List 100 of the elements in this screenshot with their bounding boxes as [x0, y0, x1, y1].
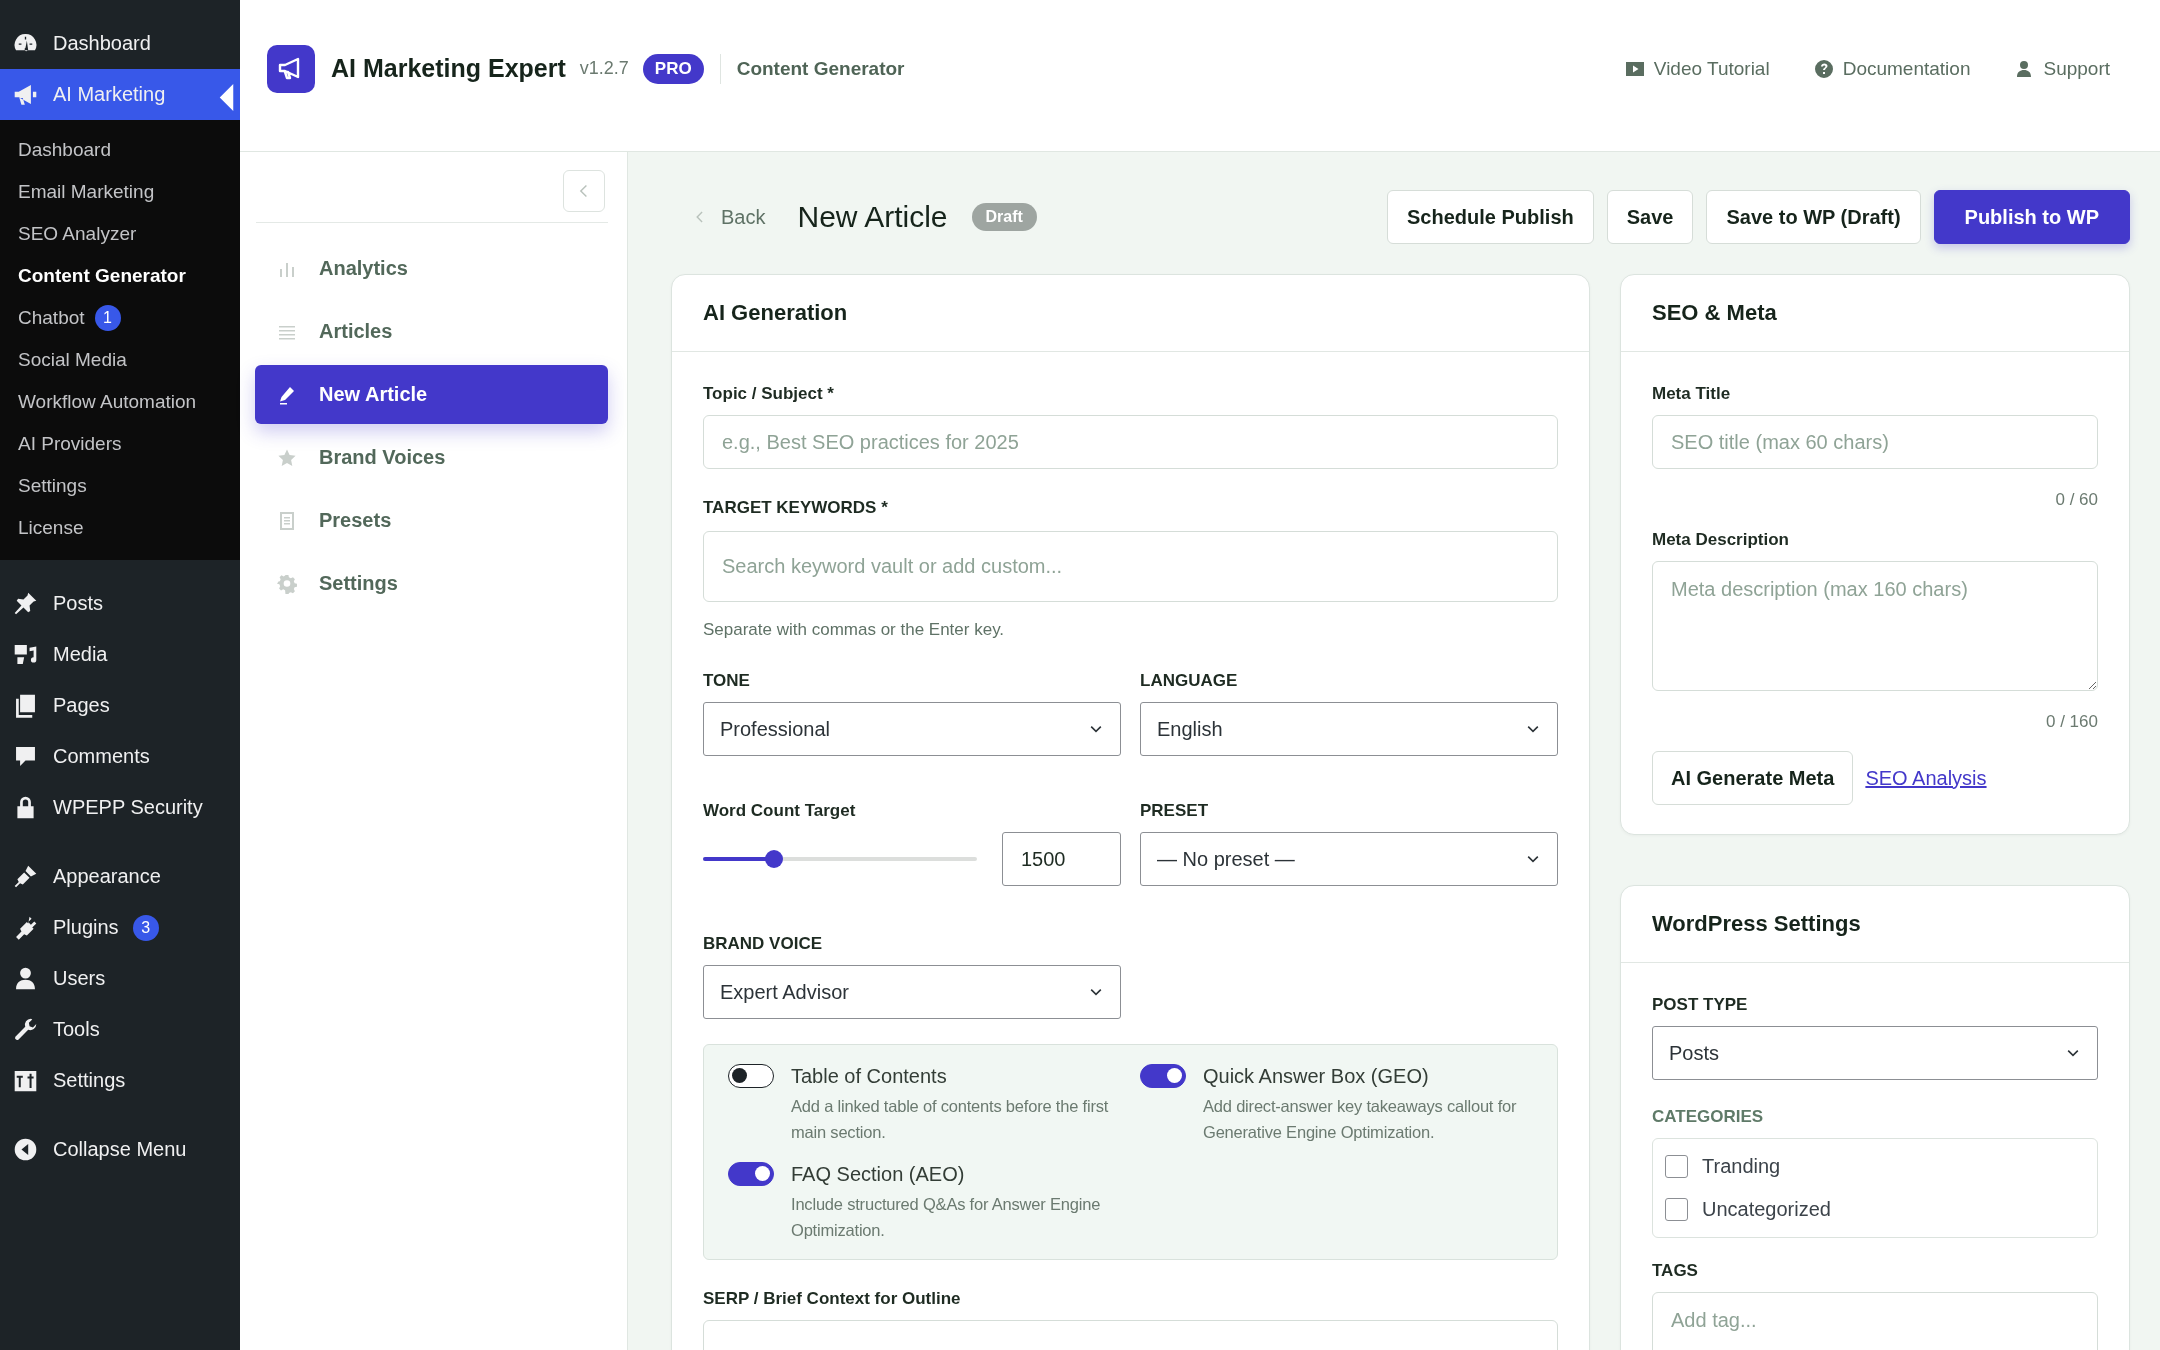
card-title: SEO & Meta [1652, 300, 1777, 326]
submenu-item[interactable]: Settings [0, 465, 240, 507]
action-button[interactable]: Save to WP (Draft) [1706, 190, 1921, 244]
keywords-field[interactable]: Search keyword vault or add custom... [703, 531, 1558, 602]
count-badge: 3 [132, 914, 159, 941]
word-count-field[interactable]: 1500 [1002, 832, 1121, 886]
post-type-select[interactable]: Posts [1652, 1026, 2098, 1080]
status-badge: Draft [971, 203, 1037, 231]
nav-item[interactable]: Analytics [255, 239, 608, 298]
pin-icon [12, 590, 39, 617]
collapse-menu-button[interactable]: Collapse Menu [0, 1124, 240, 1175]
field-label: CATEGORIES [1652, 1106, 1765, 1128]
document-icon [277, 510, 297, 531]
menu-item[interactable]: Dashboard [0, 18, 240, 69]
checkbox[interactable] [1665, 1198, 1688, 1221]
header-link[interactable]: Support [2014, 57, 2110, 80]
character-counter: 0 / 60 [2054, 489, 2098, 511]
menu-item[interactable]: Pages [0, 680, 240, 731]
word-count-slider[interactable] [703, 850, 977, 868]
submenu-item[interactable]: SEO Analyzer [0, 213, 240, 255]
category-label: Tranding [1702, 1155, 1781, 1178]
field-label: Word Count Target [703, 800, 857, 822]
option-title: FAQ Section (AEO) [791, 1162, 966, 1187]
submenu-item[interactable]: Dashboard [0, 129, 240, 171]
field-label: LANGUAGE [1140, 670, 1239, 692]
menu-item[interactable]: Media [0, 629, 240, 680]
character-counter: 0 / 160 [2045, 711, 2098, 733]
menu-item[interactable]: WPEPP Security [0, 782, 240, 833]
submenu-item[interactable]: License [0, 507, 240, 549]
field-label: Meta Title [1652, 383, 1732, 405]
pencil-icon [277, 384, 297, 405]
back-link[interactable]: Back [693, 205, 766, 229]
brush-icon [12, 863, 39, 890]
slider-thumb[interactable] [765, 850, 784, 868]
field-label: TAGS [1652, 1260, 1699, 1282]
plan-badge: PRO [642, 53, 704, 84]
category-label: Uncategorized [1702, 1198, 1831, 1221]
checkbox[interactable] [1665, 1155, 1688, 1178]
seo-analysis-link[interactable]: SEO Analysis [1865, 766, 1987, 790]
option-description: Add a linked table of contents before the first main section. [791, 1096, 1110, 1143]
option-description: Add direct-answer key takeaways callout for Generative Engine Optimization. [1203, 1096, 1518, 1143]
publish-button[interactable]: Publish to WP [1933, 190, 2130, 244]
meta-description-field[interactable]: Meta description (max 160 chars) [1652, 561, 2098, 691]
nav-item[interactable]: Settings [255, 554, 608, 613]
nav-item[interactable]: Brand Voices [255, 428, 608, 487]
toggle-switch[interactable] [1140, 1064, 1186, 1088]
header-link[interactable]: Documentation [1813, 57, 1971, 80]
version-label: v1.2.7 [579, 58, 629, 79]
language-select[interactable]: English [1140, 702, 1558, 756]
generate-meta-button[interactable]: AI Generate Meta [1652, 751, 1854, 805]
tone-select[interactable]: Professional [703, 702, 1121, 756]
menu-item[interactable]: Settings [0, 1055, 240, 1106]
brand-voice-select[interactable]: Expert Advisor [703, 965, 1121, 1019]
menu-item[interactable]: Appearance [0, 851, 240, 902]
option-title: Quick Answer Box (GEO) [1203, 1064, 1430, 1089]
submenu-item[interactable]: Email Marketing [0, 171, 240, 213]
menu-item[interactable]: AI Marketing [0, 69, 240, 120]
topic-field[interactable]: e.g., Best SEO practices for 2025 [703, 415, 1558, 469]
nav-item[interactable]: Articles [255, 302, 608, 361]
count-badge: 1 [94, 305, 121, 331]
nav-item[interactable]: New Article [255, 365, 608, 424]
menu-item[interactable]: Posts [0, 578, 240, 629]
section-title: Content Generator [736, 57, 905, 80]
category-checkbox[interactable]: Uncategorized [1665, 1188, 2085, 1231]
card-title: AI Generation [703, 300, 848, 326]
action-button[interactable]: Save [1606, 190, 1694, 244]
nav-item[interactable]: Presets [255, 491, 608, 550]
toggle-switch[interactable] [728, 1064, 774, 1088]
field-label: TARGET KEYWORDS * [703, 497, 889, 519]
submenu-item[interactable]: Content Generator [0, 255, 240, 297]
field-hint: Separate with commas or the Enter key. [703, 620, 1006, 640]
meta-title-field[interactable]: SEO title (max 60 chars) [1652, 415, 2098, 469]
option-title: Table of Contents [791, 1064, 948, 1089]
wrench-icon [12, 1016, 39, 1043]
menu-item[interactable]: Plugins 3 [0, 902, 240, 953]
app-title: AI Marketing Expert [331, 54, 566, 83]
menu-item[interactable]: Tools [0, 1004, 240, 1055]
field-label: TONE [703, 670, 751, 692]
submenu-item[interactable]: Workflow Automation [0, 381, 240, 423]
field-label: Topic / Subject * [703, 383, 835, 405]
gear-icon [277, 573, 297, 594]
action-button[interactable]: Schedule Publish [1387, 190, 1594, 244]
submenu-item[interactable]: Social Media [0, 339, 240, 381]
header-link[interactable]: Video Tutorial [1624, 57, 1770, 80]
menu-item[interactable]: Comments [0, 731, 240, 782]
preset-select[interactable]: — No preset — [1140, 832, 1558, 886]
menu-item[interactable]: Users [0, 953, 240, 1004]
help-icon [1813, 58, 1834, 79]
field-label: Meta Description [1652, 529, 1790, 551]
field-label: PRESET [1140, 800, 1210, 822]
collapse-icon [12, 1136, 39, 1163]
field-label: POST TYPE [1652, 994, 1749, 1016]
field-label: SERP / Brief Context for Outline [703, 1288, 962, 1310]
tags-field[interactable]: Add tag... [1652, 1292, 2098, 1350]
category-checkbox[interactable]: Tranding [1665, 1145, 2085, 1188]
submenu-item[interactable]: AI Providers [0, 423, 240, 465]
submenu-item[interactable]: Chatbot 1 [0, 297, 240, 339]
card-title: WordPress Settings [1652, 911, 1861, 937]
app-logo-icon [267, 44, 315, 93]
toggle-switch[interactable] [728, 1162, 774, 1186]
